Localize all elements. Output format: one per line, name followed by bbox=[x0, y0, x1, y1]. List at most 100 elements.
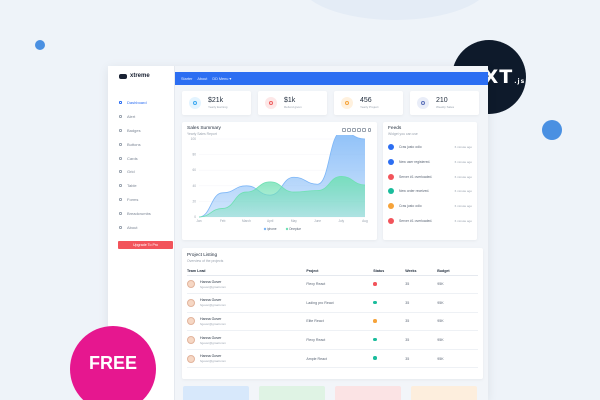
menu-icon[interactable] bbox=[367, 128, 371, 132]
table-row: Hanna Gover hgover@gmail.com Ample React 35… bbox=[187, 349, 478, 369]
feed-item: Server #1 overloaded. 6 minute ago bbox=[388, 169, 472, 184]
feed-icon bbox=[388, 144, 394, 151]
search-icon[interactable] bbox=[352, 128, 356, 132]
bottom-card bbox=[259, 386, 325, 400]
feed-text: Server #1 overloaded. bbox=[399, 218, 433, 223]
avatar bbox=[187, 354, 195, 363]
sidebar-item-badges[interactable]: Badges bbox=[108, 124, 174, 138]
sidebar-item-cards[interactable]: Cards bbox=[108, 151, 174, 165]
feed-time: 6 minute ago bbox=[454, 160, 472, 165]
decorative-dot bbox=[542, 120, 562, 140]
sidebar-item-label: Cards bbox=[127, 155, 138, 161]
status-dot bbox=[373, 282, 377, 286]
column-header: Budget bbox=[437, 267, 478, 276]
budget-cell: 95K bbox=[437, 330, 478, 350]
sidebar-item-buttons[interactable]: Buttons bbox=[108, 137, 174, 151]
feed-text: Server #1 overloaded. bbox=[399, 174, 433, 179]
table-row: Hanna Gover hgover@gmail.com Elite React 35… bbox=[187, 312, 478, 332]
sidebar-item-breadcrumbs[interactable]: Breadcrumbs bbox=[108, 206, 174, 220]
topbar-link[interactable]: DD Menu ▾ bbox=[212, 76, 231, 81]
status-cell bbox=[373, 293, 406, 313]
lead-email: hgover@gmail.com bbox=[200, 284, 226, 289]
legend-label: Oneplue bbox=[289, 227, 301, 231]
budget-cell: 95K bbox=[437, 293, 478, 313]
stat-card: 210 Weekly Sales bbox=[410, 91, 479, 115]
upgrade-button[interactable]: Upgrade To Pro bbox=[118, 240, 173, 249]
feed-text: New order received. bbox=[399, 189, 430, 194]
sidebar-item-forms[interactable]: Forms bbox=[108, 193, 174, 207]
budget-cell: 95K bbox=[437, 312, 478, 332]
stat-icon bbox=[341, 97, 353, 109]
stat-icon bbox=[189, 97, 201, 109]
stat-cards: $21k Yearly Earning $1k Refund given 456 Year… bbox=[182, 91, 483, 115]
project-cell: Ample React bbox=[306, 349, 374, 369]
feed-list: Cras justo odio 6 minute ago New user regi… bbox=[388, 140, 472, 228]
decorative-arc bbox=[300, 0, 490, 20]
avatar bbox=[187, 336, 195, 345]
bottom-cards bbox=[183, 386, 477, 400]
feed-icon bbox=[388, 188, 394, 195]
stat-card: $1k Refund given bbox=[258, 91, 327, 115]
x-tick-label: May bbox=[291, 219, 297, 223]
project-cell: Flexy React bbox=[306, 330, 374, 350]
feed-item: New user registered. 6 minute ago bbox=[388, 155, 472, 170]
column-header: Team Lead bbox=[187, 267, 307, 276]
x-tick-label: April bbox=[267, 219, 274, 223]
project-cell: Flexy React bbox=[306, 275, 374, 295]
dashboard-icon bbox=[119, 101, 122, 105]
card-subtitle: Widget you can use bbox=[388, 132, 418, 136]
status-dot bbox=[373, 300, 377, 305]
budget-cell: 95K bbox=[437, 349, 478, 369]
bottom-card bbox=[411, 386, 477, 400]
column-header: Status bbox=[373, 267, 406, 276]
grid-icon bbox=[119, 170, 122, 174]
about-icon bbox=[119, 225, 122, 229]
decorative-dot bbox=[35, 40, 45, 50]
zoom-out-icon[interactable] bbox=[347, 128, 351, 132]
stat-value: $1k bbox=[284, 97, 296, 104]
stat-value: 210 bbox=[436, 97, 448, 104]
y-tick-label: 100 bbox=[191, 137, 197, 141]
main-content: $21k Yearly Earning $1k Refund given 456 Year… bbox=[182, 91, 483, 379]
sidebar-item-label: Grid bbox=[127, 169, 135, 175]
y-tick-label: 80 bbox=[192, 153, 196, 157]
status-cell bbox=[373, 275, 406, 295]
lead-email: hgover@gmail.com bbox=[200, 303, 226, 308]
sidebar-item-label: Dashboard bbox=[127, 100, 147, 106]
sidebar-item-about[interactable]: About bbox=[108, 220, 174, 234]
sidebar-item-label: Table bbox=[127, 183, 137, 189]
feed-time: 6 minute ago bbox=[454, 189, 472, 194]
stat-icon bbox=[417, 97, 429, 109]
project-listing-card: Project Listing Overview of the projects… bbox=[182, 248, 483, 379]
lead-email: hgover@gmail.com bbox=[200, 359, 226, 364]
sidebar-item-dashboard[interactable]: Dashboard bbox=[108, 96, 174, 110]
lead-email: hgover@gmail.com bbox=[200, 340, 226, 345]
sidebar-item-table[interactable]: Table bbox=[108, 179, 174, 193]
pan-icon[interactable] bbox=[357, 128, 361, 132]
topbar-link[interactable]: Starter bbox=[181, 77, 192, 81]
sidebar-item-alert[interactable]: Alert bbox=[108, 110, 174, 124]
sidebar-item-grid[interactable]: Grid bbox=[108, 165, 174, 179]
status-dot bbox=[373, 356, 377, 360]
sales-summary-card: Sales Summary Yearly Sales Report 0 20 40 6… bbox=[182, 122, 377, 240]
status-dot bbox=[373, 337, 377, 342]
feed-time: 6 minute ago bbox=[454, 204, 472, 209]
project-cell: Elite React bbox=[306, 312, 374, 332]
legend-label: iphone bbox=[267, 227, 277, 231]
stat-card: $21k Yearly Earning bbox=[182, 91, 251, 115]
project-cell: Lading pro React bbox=[306, 293, 374, 313]
dashboard-window: xtreme Dashboard Alert Badges Buttons Cards G… bbox=[108, 66, 488, 400]
column-header: Project bbox=[306, 267, 374, 276]
bottom-card bbox=[183, 386, 249, 400]
sidebar-item-label: Buttons bbox=[127, 141, 141, 147]
home-icon[interactable] bbox=[362, 128, 366, 132]
status-cell bbox=[373, 312, 406, 332]
sidebar-item-label: Alert bbox=[127, 114, 136, 120]
zoom-in-icon[interactable] bbox=[342, 128, 346, 132]
forms-icon bbox=[119, 197, 122, 201]
project-table: Team Lead Project Status Weeks Budget Hanna … bbox=[187, 267, 478, 369]
stat-label: Yearly Project bbox=[360, 105, 379, 109]
feed-icon bbox=[388, 203, 394, 210]
topbar-link[interactable]: About bbox=[197, 77, 207, 81]
app-logo[interactable]: xtreme bbox=[108, 66, 174, 86]
